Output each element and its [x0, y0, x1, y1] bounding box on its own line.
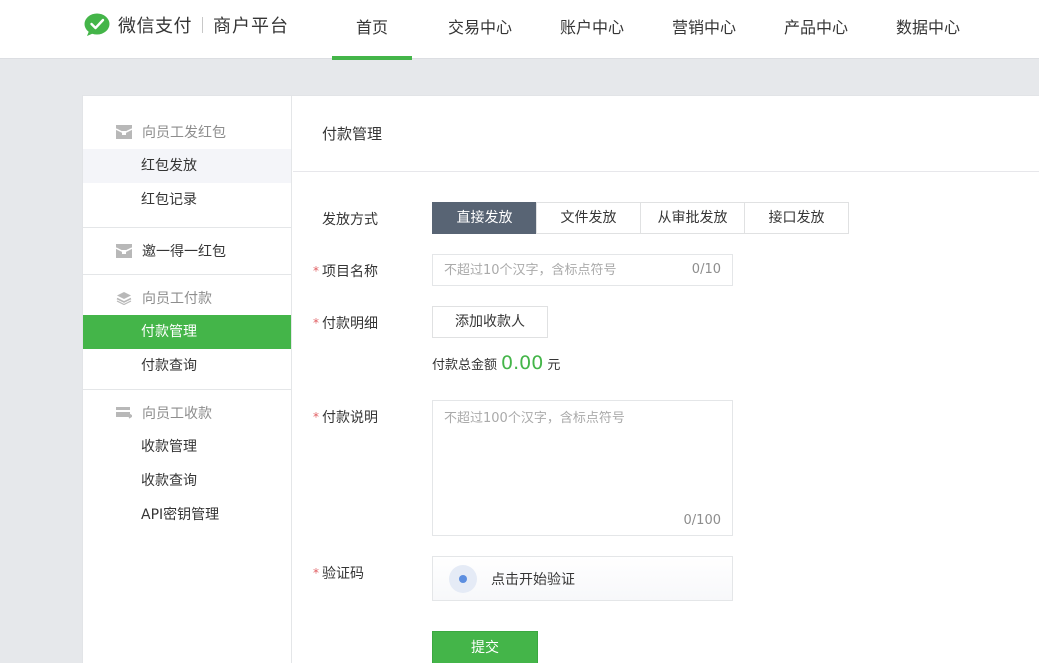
sidebar-item-api-key-management[interactable]: API密钥管理	[83, 498, 291, 532]
sidebar-item-invite[interactable]: 邀一得一红包	[83, 234, 291, 268]
red-packet-icon	[116, 244, 132, 258]
project-name-field: 0/10	[432, 254, 733, 286]
card-icon	[116, 407, 132, 419]
sidebar-item-payment-query[interactable]: 付款查询	[83, 349, 291, 383]
main-panel: 向员工发红包 红包发放 红包记录 邀一得一红包 向员工付款 付款管理 付款查询 …	[82, 95, 1039, 663]
layers-icon	[116, 292, 132, 305]
main-nav: 首页 交易中心 账户中心 营销中心 产品中心 数据中心	[332, 0, 984, 60]
platform-name: 商户平台	[213, 16, 289, 37]
logo-divider	[202, 17, 203, 33]
sidebar-item-label: 邀一得一红包	[142, 244, 226, 260]
nav-item-data[interactable]: 数据中心	[872, 0, 984, 59]
payment-desc-field: 0/100	[432, 400, 733, 536]
nav-item-product[interactable]: 产品中心	[760, 0, 872, 59]
wechat-pay-logo-icon	[84, 13, 110, 36]
method-direct-button[interactable]: 直接发放	[432, 202, 537, 234]
sidebar-group-collect: 向员工收款 收款管理 收款查询 API密钥管理	[83, 389, 291, 532]
method-label: 发放方式	[322, 212, 378, 228]
sidebar-group-title: 向员工收款	[83, 396, 291, 430]
sidebar: 向员工发红包 红包发放 红包记录 邀一得一红包 向员工付款 付款管理 付款查询 …	[83, 96, 292, 663]
total-amount-value: 0.00	[501, 352, 544, 374]
total-amount-row: 付款总金额 0.00 元	[432, 352, 560, 374]
method-segmented-control: 直接发放 文件发放 从审批发放 接口发放	[432, 202, 849, 234]
method-approval-button[interactable]: 从审批发放	[640, 202, 745, 234]
sidebar-group-pay: 向员工付款 付款管理 付款查询	[83, 274, 291, 389]
page-title: 付款管理	[293, 96, 1039, 172]
project-name-input[interactable]	[433, 255, 673, 285]
logo[interactable]: 微信支付 商户平台	[84, 12, 289, 38]
nav-item-account[interactable]: 账户中心	[536, 0, 648, 59]
payment-desc-counter: 0/100	[683, 513, 721, 528]
payment-desc-textarea[interactable]	[433, 401, 728, 501]
nav-item-trade[interactable]: 交易中心	[424, 0, 536, 59]
sidebar-group-title: 向员工付款	[83, 281, 291, 315]
payment-desc-label-text: 付款说明	[322, 410, 378, 426]
sidebar-item-red-packet-records[interactable]: 红包记录	[83, 183, 291, 217]
captcha-verify-text: 点击开始验证	[491, 571, 575, 588]
total-amount-label: 付款总金额	[432, 358, 498, 373]
sidebar-group-label: 向员工付款	[142, 291, 212, 307]
method-file-button[interactable]: 文件发放	[536, 202, 641, 234]
verify-dot-icon	[449, 564, 477, 593]
sidebar-group-invite: 邀一得一红包	[83, 227, 291, 274]
sidebar-item-collect-management[interactable]: 收款管理	[83, 430, 291, 464]
required-mark: *	[313, 316, 319, 330]
payment-desc-label: * 付款说明	[313, 407, 378, 427]
sidebar-item-collect-query[interactable]: 收款查询	[83, 464, 291, 498]
sidebar-group-label: 向员工发红包	[142, 125, 226, 141]
brand-name: 微信支付	[118, 16, 192, 37]
nav-item-marketing[interactable]: 营销中心	[648, 0, 760, 59]
content-area: 付款管理 发放方式 直接发放 文件发放 从审批发放 接口发放 *项目名称 0/1…	[293, 96, 1039, 663]
sidebar-group-title: 向员工发红包	[83, 115, 291, 149]
sidebar-group-red-packet: 向员工发红包 红包发放 红包记录	[83, 96, 291, 227]
payment-detail-label: * 付款明细	[313, 313, 378, 333]
captcha-verify-button[interactable]: 点击开始验证	[432, 556, 733, 601]
red-packet-icon	[116, 125, 132, 139]
nav-item-home[interactable]: 首页	[332, 0, 412, 60]
captcha-label-text: 验证码	[322, 566, 364, 582]
sidebar-item-red-packet-send[interactable]: 红包发放	[83, 149, 291, 183]
project-name-label: * 项目名称	[313, 261, 378, 281]
required-mark: *	[313, 410, 319, 424]
project-name-counter: 0/10	[691, 262, 721, 277]
required-mark: *	[313, 264, 319, 278]
payment-detail-label-text: 付款明细	[322, 316, 378, 332]
sidebar-item-payment-management[interactable]: 付款管理	[83, 315, 291, 349]
top-header: 微信支付 商户平台 首页 交易中心 账户中心 营销中心 产品中心 数据中心	[0, 0, 1039, 60]
sidebar-group-label: 向员工收款	[142, 406, 212, 422]
total-amount-unit: 元	[547, 358, 561, 373]
method-api-button[interactable]: 接口发放	[744, 202, 849, 234]
submit-button[interactable]: 提交	[432, 631, 538, 663]
add-payee-button[interactable]: 添加收款人	[432, 306, 548, 338]
required-mark: *	[313, 566, 319, 580]
captcha-label: * 验证码	[313, 563, 364, 583]
project-name-label-text: 项目名称	[322, 264, 378, 280]
